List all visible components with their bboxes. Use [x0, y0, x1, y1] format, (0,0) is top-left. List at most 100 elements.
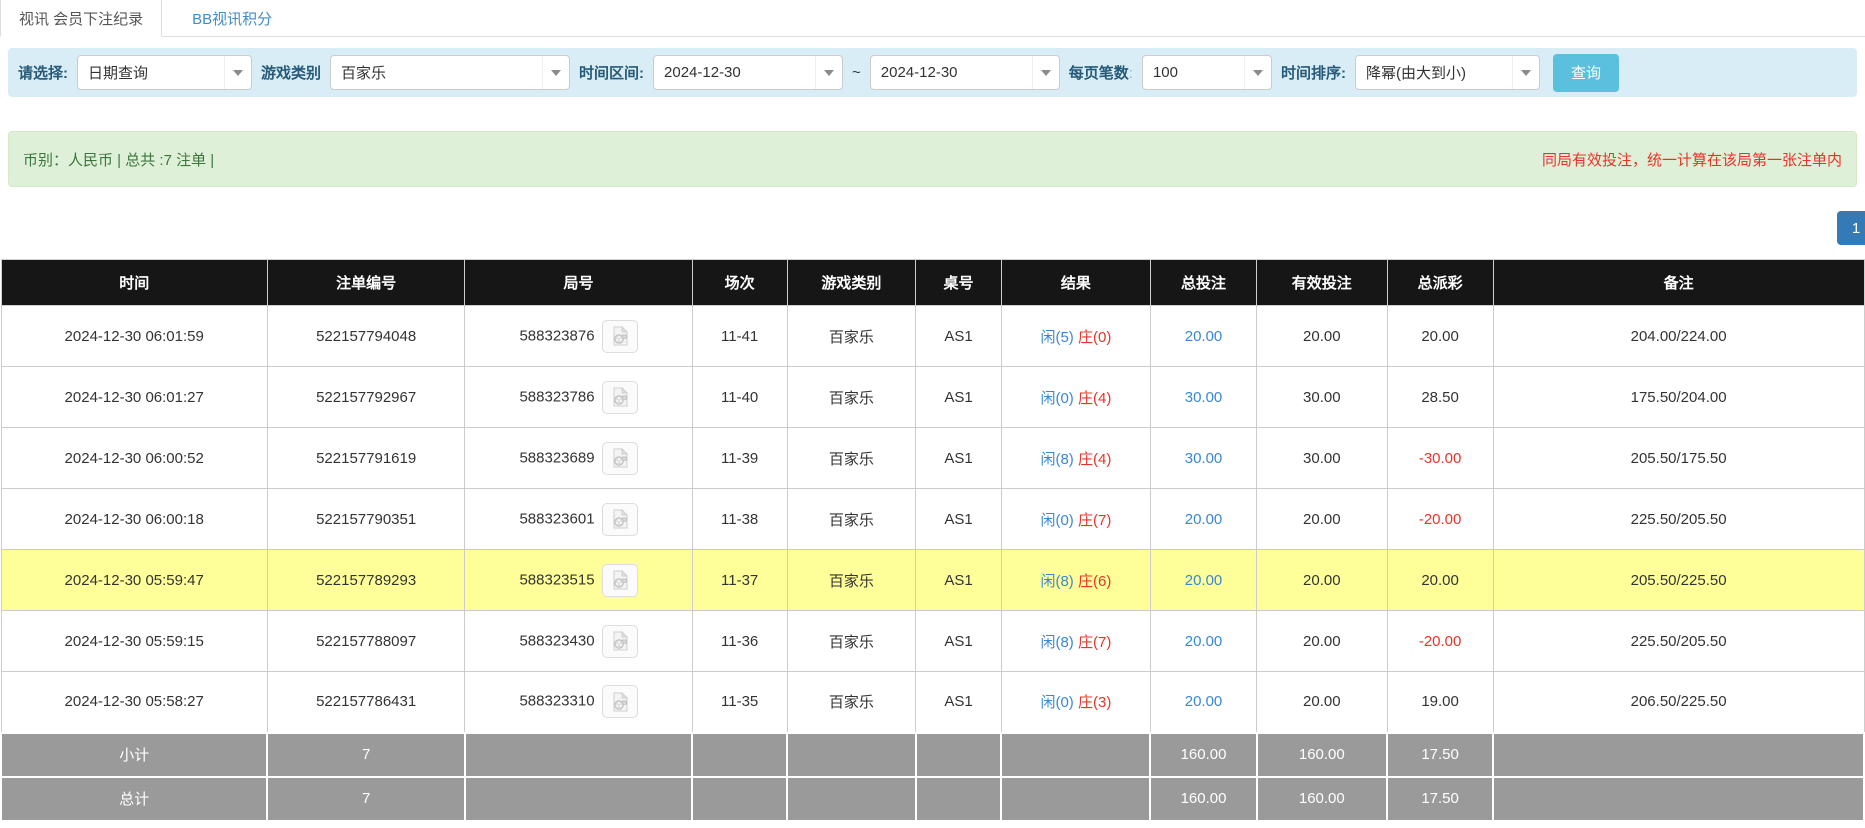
- cell-bet-id: 522157789293: [267, 550, 464, 611]
- table-header-cell: 有效投注: [1257, 260, 1387, 306]
- time-range-label: 时间区间:: [579, 62, 644, 83]
- result-player: 闲(5): [1040, 329, 1073, 346]
- cell-payout: -20.00: [1387, 611, 1493, 672]
- game-type-select[interactable]: 百家乐: [330, 55, 570, 90]
- cell-remark: 206.50/225.50: [1493, 672, 1864, 733]
- total-payout-sum: 17.50: [1387, 733, 1493, 777]
- total-empty-cell: [465, 777, 692, 821]
- time-sort-select[interactable]: 降幂(由大到小): [1355, 55, 1540, 90]
- cell-valid-bet: 30.00: [1257, 428, 1387, 489]
- tab-bb-video-points[interactable]: BB视讯积分: [174, 0, 290, 36]
- time-sort-value: 降幂(由大到小): [1366, 62, 1466, 83]
- cell-session: 11-36: [692, 611, 787, 672]
- cell-payout: 20.00: [1387, 306, 1493, 367]
- table-header-cell: 注单编号: [267, 260, 464, 306]
- date-from-select[interactable]: 2024-12-30: [653, 55, 843, 90]
- cell-time: 2024-12-30 05:58:27: [1, 672, 267, 733]
- tab-video-bet-records[interactable]: 视讯 会员下注纪录: [0, 0, 162, 37]
- result-banker: 庄(0): [1078, 329, 1111, 346]
- summary-bar: 币别：人民币 | 总共 :7 注单 | 同局有效投注，统一计算在该局第一张注单内: [8, 131, 1857, 187]
- date-from-value: 2024-12-30: [664, 64, 741, 81]
- page-size-label: 每页笔数:: [1069, 62, 1133, 83]
- cell-table-no: AS1: [916, 550, 1002, 611]
- table-header-row: 时间注单编号局号场次游戏类别桌号结果总投注有效投注总派彩备注: [1, 260, 1864, 306]
- cell-round-id: 588323601: [465, 489, 692, 550]
- cell-round-id: 588323430: [465, 611, 692, 672]
- cell-payout: -20.00: [1387, 489, 1493, 550]
- total-empty-cell: [1001, 777, 1150, 821]
- video-replay-button[interactable]: [602, 685, 638, 718]
- time-sort-label: 时间排序:: [1281, 62, 1346, 83]
- round-id-text: 588323430: [519, 632, 594, 649]
- table-header-cell: 时间: [1, 260, 267, 306]
- total-valid-bet-sum: 160.00: [1257, 777, 1387, 821]
- video-replay-icon: [610, 692, 630, 712]
- cell-game-type: 百家乐: [787, 672, 916, 733]
- cell-remark: 205.50/175.50: [1493, 428, 1864, 489]
- cell-time: 2024-12-30 05:59:47: [1, 550, 267, 611]
- cell-result: 闲(0) 庄(7): [1001, 489, 1150, 550]
- cell-session: 11-40: [692, 367, 787, 428]
- cell-result: 闲(0) 庄(3): [1001, 672, 1150, 733]
- cell-remark: 175.50/204.00: [1493, 367, 1864, 428]
- cell-total-bet[interactable]: 20.00: [1150, 672, 1256, 733]
- cell-result: 闲(8) 庄(4): [1001, 428, 1150, 489]
- filter-bar: 请选择: 日期查询 游戏类别 百家乐 时间区间: 2024-12-30 ~ 20…: [8, 48, 1857, 97]
- cell-total-bet[interactable]: 20.00: [1150, 550, 1256, 611]
- cell-round-id: 588323689: [465, 428, 692, 489]
- page-size-select[interactable]: 100: [1142, 55, 1272, 90]
- cell-bet-id: 522157792967: [267, 367, 464, 428]
- cell-game-type: 百家乐: [787, 367, 916, 428]
- total-empty-cell: [916, 777, 1002, 821]
- result-player: 闲(8): [1040, 451, 1073, 468]
- tab-bar: 视讯 会员下注纪录 BB视讯积分: [0, 0, 1865, 37]
- game-type-value: 百家乐: [341, 62, 386, 83]
- video-replay-button[interactable]: [602, 381, 638, 414]
- video-replay-button[interactable]: [602, 442, 638, 475]
- video-replay-icon: [610, 570, 630, 590]
- cell-round-id: 588323786: [465, 367, 692, 428]
- cell-session: 11-35: [692, 672, 787, 733]
- cell-time: 2024-12-30 06:01:59: [1, 306, 267, 367]
- chevron-down-icon: [815, 56, 842, 89]
- round-id-text: 588323601: [519, 510, 594, 527]
- total-bet-sum: 160.00: [1150, 777, 1256, 821]
- video-replay-button[interactable]: [602, 625, 638, 658]
- cell-total-bet[interactable]: 20.00: [1150, 489, 1256, 550]
- video-replay-button[interactable]: [602, 503, 638, 536]
- cell-table-no: AS1: [916, 428, 1002, 489]
- total-empty-cell: [465, 733, 692, 777]
- date-to-select[interactable]: 2024-12-30: [870, 55, 1060, 90]
- cell-game-type: 百家乐: [787, 489, 916, 550]
- chevron-down-icon: [542, 56, 569, 89]
- result-banker: 庄(7): [1078, 634, 1111, 651]
- cell-game-type: 百家乐: [787, 428, 916, 489]
- cell-game-type: 百家乐: [787, 306, 916, 367]
- cell-payout: 19.00: [1387, 672, 1493, 733]
- total-label: 总计: [1, 777, 267, 821]
- bet-records-table: 时间注单编号局号场次游戏类别桌号结果总投注有效投注总派彩备注 2024-12-3…: [0, 259, 1865, 822]
- total-empty-cell: [692, 733, 787, 777]
- cell-payout: -30.00: [1387, 428, 1493, 489]
- result-banker: 庄(4): [1078, 451, 1111, 468]
- cell-time: 2024-12-30 06:01:27: [1, 367, 267, 428]
- cell-valid-bet: 20.00: [1257, 489, 1387, 550]
- table-header-cell: 结果: [1001, 260, 1150, 306]
- cell-total-bet[interactable]: 20.00: [1150, 611, 1256, 672]
- video-replay-button[interactable]: [602, 320, 638, 353]
- currency-total-text: 币别：人民币 | 总共 :7 注单 |: [23, 149, 214, 170]
- cell-total-bet[interactable]: 20.00: [1150, 306, 1256, 367]
- cell-total-bet[interactable]: 30.00: [1150, 428, 1256, 489]
- video-replay-button[interactable]: [602, 564, 638, 597]
- cell-session: 11-39: [692, 428, 787, 489]
- video-replay-icon: [610, 631, 630, 651]
- cell-bet-id: 522157788097: [267, 611, 464, 672]
- total-valid-bet-sum: 160.00: [1257, 733, 1387, 777]
- table-header-cell: 场次: [692, 260, 787, 306]
- cell-payout: 28.50: [1387, 367, 1493, 428]
- query-button[interactable]: 查询: [1553, 54, 1619, 92]
- total-count: 7: [267, 777, 464, 821]
- pagination-page-1[interactable]: 1: [1837, 211, 1865, 245]
- query-type-select[interactable]: 日期查询: [77, 55, 252, 90]
- cell-total-bet[interactable]: 30.00: [1150, 367, 1256, 428]
